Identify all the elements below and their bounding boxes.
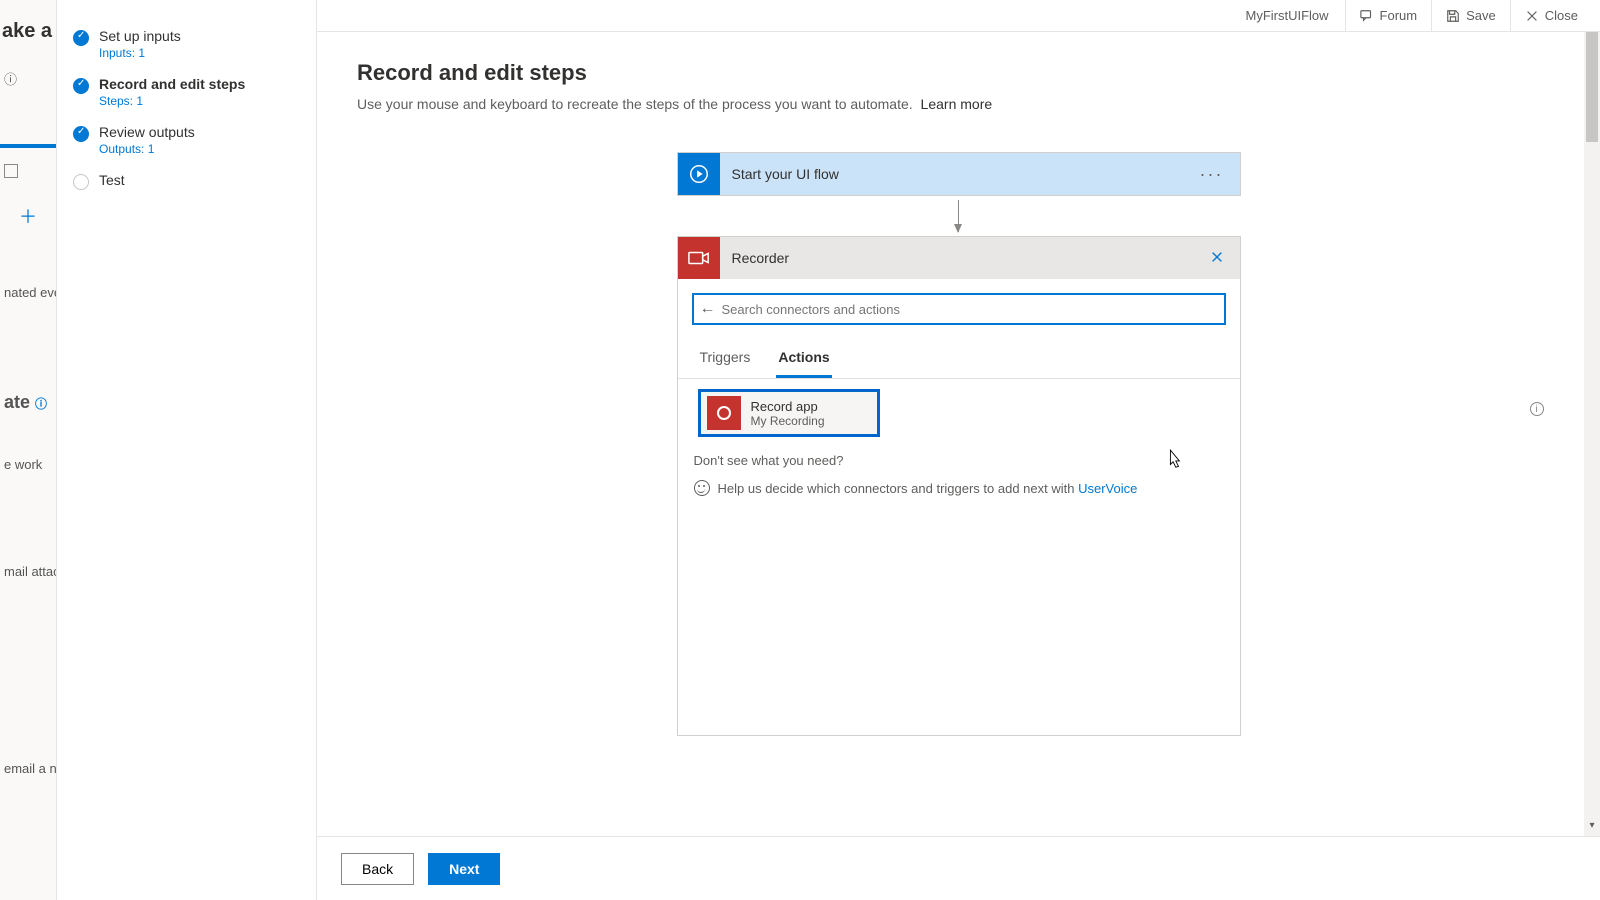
action-subtitle: My Recording (751, 414, 825, 428)
back-button[interactable]: Back (341, 853, 414, 885)
close-label: Close (1545, 8, 1578, 23)
action-title: Record app (751, 399, 825, 414)
info-icon[interactable]: i (1530, 402, 1544, 416)
square-icon[interactable] (0, 158, 56, 187)
sliver-row[interactable]: e work (0, 451, 56, 478)
main-area: MyFirstUIFlow Forum Save Close (317, 0, 1600, 900)
footer-bar: Back Next (317, 836, 1600, 900)
top-bar: MyFirstUIFlow Forum Save Close (317, 0, 1600, 32)
sliver-title-fragment: ake a fl (0, 10, 56, 53)
save-label: Save (1466, 8, 1496, 23)
actions-list: Record app My Recording i (678, 379, 1240, 437)
plus-icon[interactable]: ＋ (0, 197, 56, 235)
search-input[interactable] (722, 295, 1224, 323)
check-icon (73, 126, 89, 142)
flow-column: Start your UI flow ··· Recorder (677, 152, 1241, 736)
page-title: Record and edit steps (357, 60, 1560, 86)
tab-actions[interactable]: Actions (776, 339, 831, 378)
check-icon (73, 30, 89, 46)
wizard-steps-panel: Set up inputs Inputs: 1 Record and edit … (57, 0, 317, 900)
tab-triggers[interactable]: Triggers (698, 339, 753, 378)
close-icon (1525, 9, 1539, 23)
wizard-step-sub: Inputs: 1 (99, 46, 181, 60)
record-icon (707, 396, 741, 430)
need-text: Help us decide which connectors and trig… (718, 481, 1079, 496)
wizard-step-outputs[interactable]: Review outputs Outputs: 1 (69, 116, 304, 164)
search-box[interactable]: ← (692, 293, 1226, 325)
arrow-down-icon (958, 200, 959, 232)
info-icon: ⓘ (0, 63, 56, 94)
action-record-app[interactable]: Record app My Recording (698, 389, 880, 437)
tabs: Triggers Actions (678, 339, 1240, 379)
close-icon[interactable] (1202, 248, 1232, 269)
wizard-step-title: Record and edit steps (99, 76, 245, 92)
forum-button[interactable]: Forum (1345, 0, 1432, 32)
sliver-row[interactable]: mail attac (0, 558, 56, 585)
flow-name-label: MyFirstUIFlow (1230, 8, 1345, 23)
back-arrow-icon[interactable]: ← (694, 300, 722, 318)
sliver-row[interactable]: email a n (0, 755, 56, 782)
need-heading: Don't see what you need? (678, 437, 1240, 476)
wizard-step-inputs[interactable]: Set up inputs Inputs: 1 (69, 20, 304, 68)
recorder-card-title: Recorder (720, 250, 1202, 266)
check-icon (73, 78, 89, 94)
more-icon[interactable]: ··· (1192, 164, 1232, 185)
wizard-step-sub: Outputs: 1 (99, 142, 195, 156)
close-button[interactable]: Close (1510, 0, 1592, 32)
page-description: Use your mouse and keyboard to recreate … (357, 96, 1560, 112)
circle-icon (73, 174, 89, 190)
wizard-step-title: Test (99, 172, 125, 188)
save-icon (1446, 9, 1460, 23)
stage: Record and edit steps Use your mouse and… (317, 32, 1600, 900)
chevron-down-icon[interactable]: ▾ (1584, 820, 1600, 836)
uservoice-link[interactable]: UserVoice (1078, 481, 1137, 496)
next-button[interactable]: Next (428, 853, 500, 885)
save-button[interactable]: Save (1431, 0, 1510, 32)
start-card-title: Start your UI flow (720, 166, 1192, 182)
start-flow-card[interactable]: Start your UI flow ··· (677, 152, 1241, 196)
sliver-row[interactable]: ate ⓘ (0, 386, 56, 419)
wizard-step-test[interactable]: Test (69, 164, 304, 198)
scrollbar-thumb[interactable] (1586, 32, 1598, 142)
camera-icon (678, 237, 720, 279)
left-sliver-panel: ake a fl ⓘ ＋ nated even ate ⓘ e work mai… (0, 0, 57, 900)
wizard-step-title: Review outputs (99, 124, 195, 140)
selected-indicator (0, 144, 57, 148)
wizard-step-title: Set up inputs (99, 28, 181, 44)
smile-icon (694, 480, 710, 496)
forum-label: Forum (1380, 8, 1418, 23)
wizard-step-sub: Steps: 1 (99, 94, 245, 108)
play-icon (678, 153, 720, 195)
action-record-app-row[interactable]: Record app My Recording i (688, 389, 1230, 437)
scrollbar[interactable]: ▾ (1584, 32, 1600, 836)
need-row: Help us decide which connectors and trig… (678, 476, 1240, 516)
sliver-row[interactable]: nated even (0, 279, 56, 306)
recorder-card: Recorder ← Triggers Actions (677, 236, 1241, 736)
learn-more-link[interactable]: Learn more (921, 96, 993, 112)
forum-icon (1360, 9, 1374, 23)
wizard-step-record[interactable]: Record and edit steps Steps: 1 (69, 68, 304, 116)
